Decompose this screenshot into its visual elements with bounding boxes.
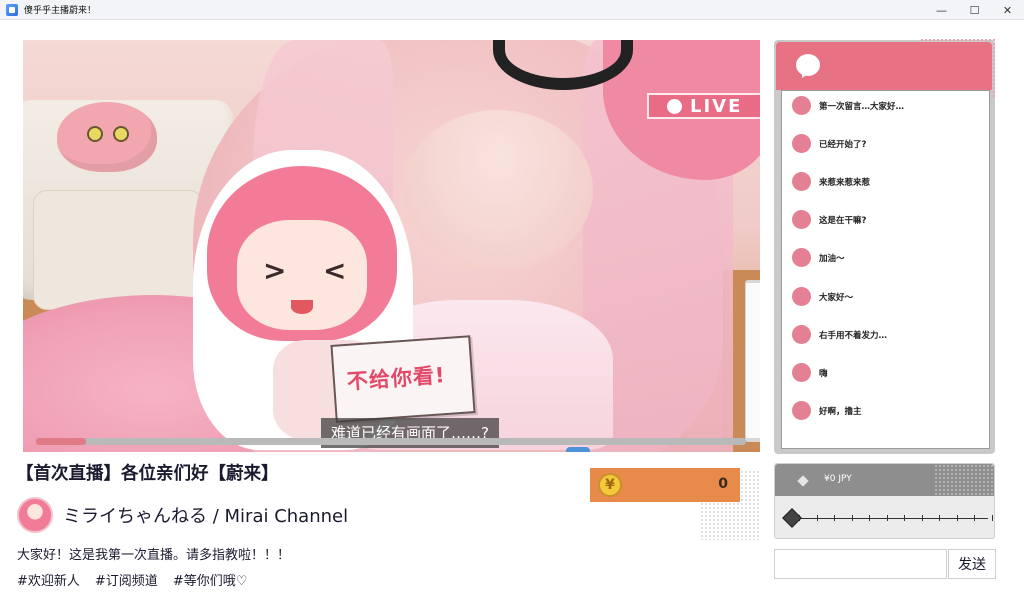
sofa-cushion	[33, 190, 203, 310]
coin-counter: ¥ 0	[590, 468, 740, 502]
chat-message-text: 加油〜	[819, 253, 845, 264]
chat-message: 第一次留言…大家好…	[792, 96, 904, 115]
slider-tick	[834, 515, 835, 521]
chat-message-text: 嗨	[819, 368, 828, 379]
tip-amount: ¥0 JPY	[824, 474, 852, 484]
octopus-plush	[57, 102, 157, 172]
tip-panel: ¥0 JPY	[774, 463, 995, 539]
slider-tick	[956, 515, 958, 521]
coin-count: 0	[718, 476, 728, 492]
chat-message: 大家好〜	[792, 287, 853, 306]
channel-avatar[interactable]	[17, 497, 53, 533]
scrollbar-thumb[interactable]	[746, 283, 760, 438]
tip-slider-track[interactable]	[793, 515, 993, 521]
tag-item[interactable]: #订阅频道	[95, 570, 158, 589]
chat-message-text: 来惹来惹来惹	[819, 177, 871, 188]
chat-message: 来惹来惹来惹	[792, 172, 870, 191]
chat-avatar	[792, 287, 811, 306]
stream-video: > < 不给你看! LIVE 难道已经有画面了……? !	[23, 40, 760, 452]
slider-tick	[904, 515, 905, 521]
chat-avatar	[792, 325, 811, 344]
close-button[interactable]: ✕	[991, 0, 1024, 20]
chat-message-list[interactable]: 第一次留言…大家好… 已经开始了? 来惹来惹来惹 这是在干嘛? 加油〜 大家好〜…	[781, 90, 990, 449]
slider-tick	[886, 515, 888, 521]
stream-title: 【首次直播】各位亲们好【蔚来】	[16, 464, 279, 484]
stream-tags: #欢迎新人 #订阅频道 #等你们哦♡	[17, 570, 262, 589]
chat-avatar	[792, 210, 811, 229]
chat-message-text: 大家好〜	[819, 292, 854, 303]
chat-message: 右手用不着发力…	[792, 325, 887, 344]
slider-tick	[869, 515, 870, 521]
stream-description: 大家好！这是我第一次直播。请多指教啦！！！	[17, 548, 291, 563]
minimize-button[interactable]: —	[925, 0, 958, 20]
slider-tick	[991, 515, 993, 521]
chat-avatar	[792, 134, 811, 153]
yen-coin-icon: ¥	[598, 473, 622, 497]
chat-avatar	[792, 401, 811, 420]
app-icon	[6, 3, 18, 16]
chat-message: 这是在干嘛?	[792, 210, 866, 229]
window-controls: — ☐ ✕	[925, 0, 1024, 20]
slider-tick	[851, 515, 853, 521]
alert-icon[interactable]: !	[566, 447, 590, 452]
tag-item[interactable]: #等你们哦♡	[173, 570, 248, 589]
slider-tick	[921, 515, 923, 521]
stream-progress-bar[interactable]	[36, 438, 746, 445]
chat-avatar	[792, 248, 811, 267]
chat-message-text: 第一次留言…大家好…	[819, 101, 905, 112]
slider-tick	[939, 515, 940, 521]
chibi-mouth	[291, 300, 313, 314]
streamer-chest	[403, 110, 593, 270]
chibi-eye-left-icon: >	[263, 254, 287, 287]
tag-item[interactable]: #欢迎新人	[17, 570, 80, 589]
chat-avatar	[792, 96, 811, 115]
slider-tick	[816, 515, 818, 521]
sign-text: 不给你看!	[346, 363, 447, 394]
chat-message-text: 这是在干嘛?	[819, 215, 867, 226]
chat-message-text: 已经开始了?	[819, 139, 867, 150]
speech-bubble-icon	[796, 54, 820, 76]
chat-avatar	[792, 172, 811, 191]
channel-name[interactable]: ミライちゃんねる / Mirai Channel	[63, 502, 348, 528]
chat-input[interactable]	[774, 549, 947, 579]
chat-header	[776, 42, 992, 90]
maximize-button[interactable]: ☐	[958, 0, 991, 20]
stream-progress-fill	[36, 438, 86, 445]
live-badge: LIVE	[647, 93, 760, 119]
chat-avatar	[792, 363, 811, 382]
diamond-icon	[797, 475, 809, 487]
chibi-eye-right-icon: <	[323, 254, 347, 287]
decorative-dots	[934, 464, 994, 496]
chat-message: 好啊，撸主	[792, 401, 862, 420]
chat-message-text: 右手用不着发力…	[819, 330, 888, 341]
chat-message: 已经开始了?	[792, 134, 866, 153]
live-label: LIVE	[690, 95, 743, 117]
tip-slider-handle[interactable]	[782, 508, 802, 528]
channel-info: ミライちゃんねる / Mirai Channel	[17, 497, 348, 533]
window-titlebar: 傻乎乎主播蔚来！ — ☐ ✕	[0, 0, 1024, 20]
chat-message: 加油〜	[792, 248, 845, 267]
window-title: 傻乎乎主播蔚来！	[24, 6, 97, 16]
slider-tick	[974, 515, 975, 521]
video-scrollbar[interactable]	[745, 280, 760, 442]
chat-message: 嗨	[792, 363, 828, 382]
tip-header: ¥0 JPY	[775, 464, 994, 496]
chat-message-text: 好啊，撸主	[819, 406, 862, 417]
sign-board: 不给你看!	[330, 335, 476, 423]
send-button[interactable]: 发送	[948, 549, 996, 579]
live-dot-icon	[667, 98, 682, 114]
